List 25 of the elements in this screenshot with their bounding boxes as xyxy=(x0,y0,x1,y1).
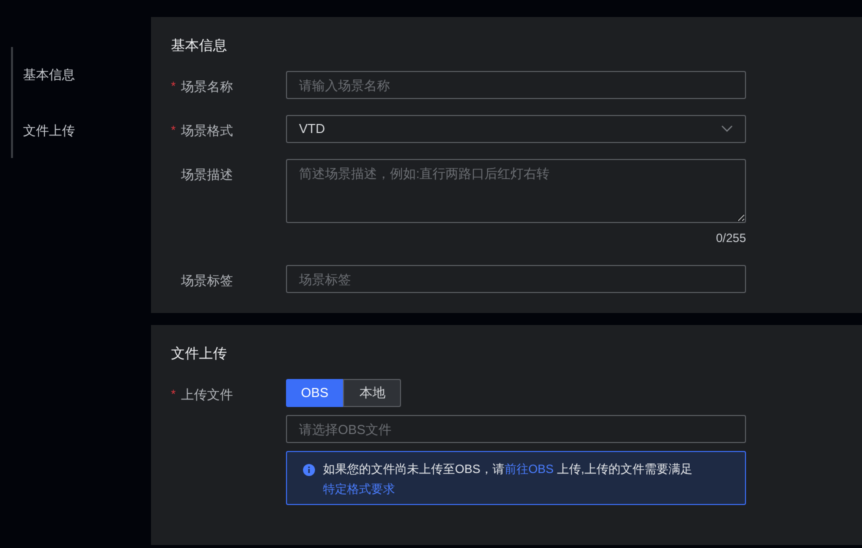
field-label: 场景描述 xyxy=(181,166,233,184)
chevron-down-icon xyxy=(721,125,733,133)
select-field[interactable]: VTD xyxy=(286,115,746,143)
field-label: 场景名称 xyxy=(181,78,233,96)
field-label: 场景标签 xyxy=(181,272,233,290)
section-title: 文件上传 xyxy=(171,344,228,363)
link[interactable]: 特定格式要求 xyxy=(323,482,395,496)
sidebar-item[interactable]: 文件上传 xyxy=(13,112,151,148)
field-label: 场景格式 xyxy=(181,122,233,140)
link[interactable]: 前往OBS xyxy=(504,462,554,476)
required-mark: * xyxy=(171,122,177,139)
input-field[interactable]: 场景标签 xyxy=(286,265,746,293)
section-title: 基本信息 xyxy=(171,36,228,55)
required-mark: * xyxy=(171,78,177,95)
required-mark: * xyxy=(171,386,177,403)
sidebar-item[interactable]: 基本信息 xyxy=(13,57,151,92)
textarea-field[interactable]: 简述场景描述，例如:直行两路口后红灯右转 xyxy=(286,159,746,223)
info-message: 如果您的文件尚未上传至OBS，请前往OBS 上传,上传的文件需要满足 特定格式要求 xyxy=(323,461,694,498)
character-counter: 0/255 xyxy=(716,230,746,247)
segment-tab[interactable]: 本地 xyxy=(343,379,402,407)
input-field[interactable]: 请选择OBS文件 xyxy=(286,415,746,443)
field-label: 上传文件 xyxy=(181,386,233,404)
input-field[interactable]: 请输入场景名称 xyxy=(286,71,746,99)
info-icon xyxy=(303,464,315,476)
segment-tab[interactable]: OBS xyxy=(286,379,344,407)
